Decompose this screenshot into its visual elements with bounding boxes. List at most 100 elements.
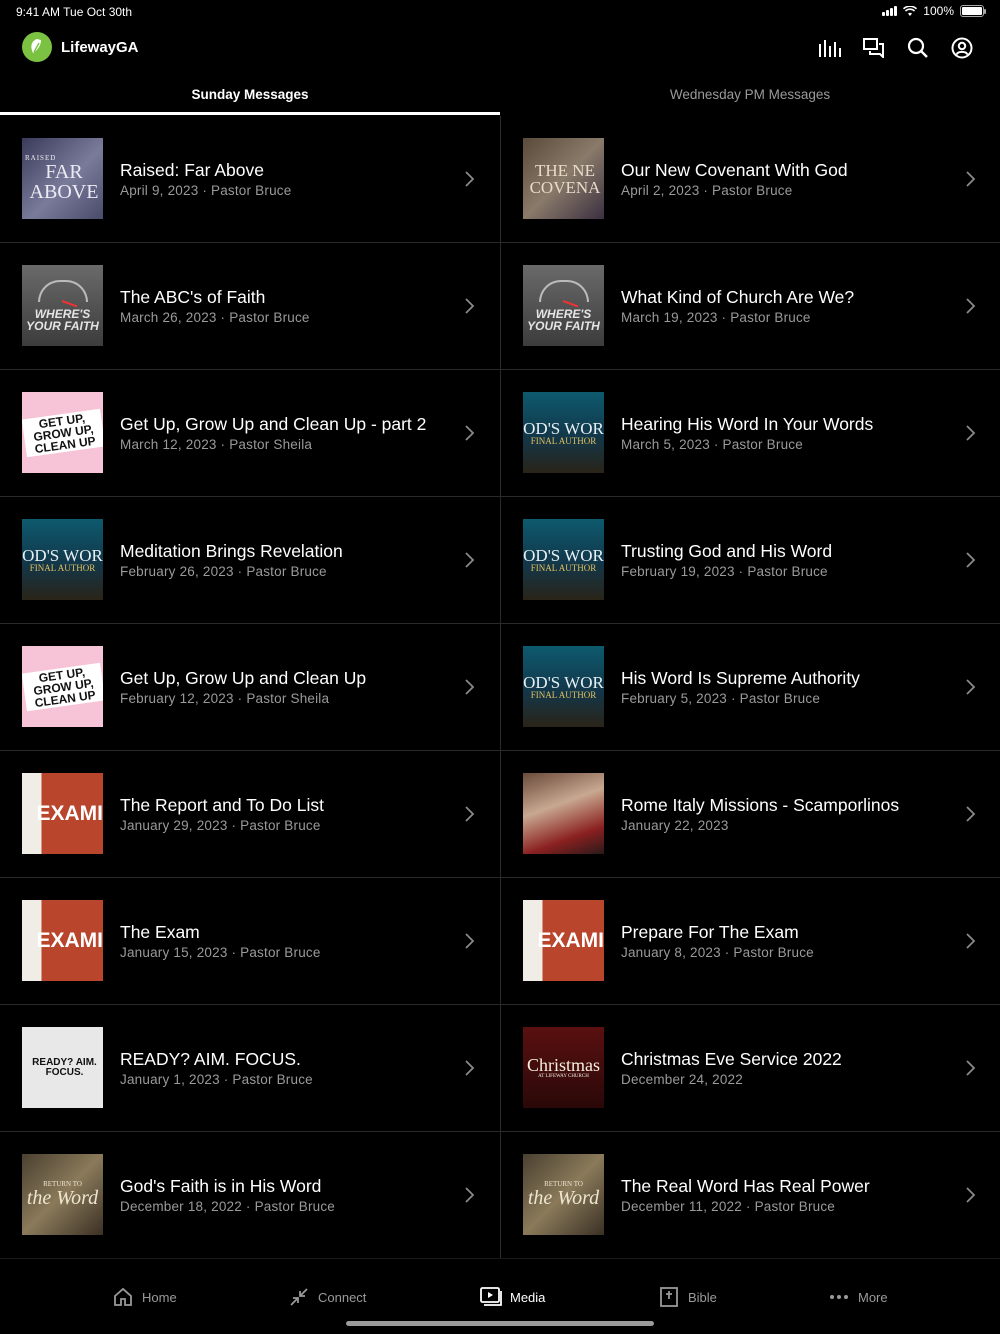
message-title: Get Up, Grow Up and Clean Up xyxy=(120,668,367,688)
chat-icon[interactable] xyxy=(862,36,886,60)
message-thumbnail: RETURN TO the Word xyxy=(523,1154,604,1235)
message-thumbnail: OD'S WOR FINAL AUTHOR xyxy=(523,392,604,473)
chevron-right-icon xyxy=(465,933,475,949)
message-row[interactable]: OD'S WOR FINAL AUTHOR Trusting God and His… xyxy=(501,497,1000,624)
message-title: Rome Italy Missions - Scamporlinos xyxy=(621,795,900,815)
message-thumbnail: THE NE COVENA xyxy=(523,138,604,219)
message-row[interactable]: EXAMI Prepare For The Exam January 8, 2023… xyxy=(501,878,1000,1005)
nav-media-label: Media xyxy=(510,1289,546,1305)
message-title: The ABC's of Faith xyxy=(120,287,266,307)
gauge-graphic xyxy=(37,279,88,302)
status-time: 9:41 AM Tue Oct 30th xyxy=(16,5,133,19)
message-title: God's Faith is in His Word xyxy=(120,1176,322,1196)
tab-wednesday-pm-messages[interactable]: Wednesday PM Messages xyxy=(500,74,1000,116)
message-thumbnail: RETURN TO the Word xyxy=(22,1154,103,1235)
nav-connect-label: Connect xyxy=(318,1289,367,1305)
message-row[interactable]: WHERE'S YOUR FAITH The ABC's of Faith Marc… xyxy=(0,243,500,370)
message-thumbnail: OD'S WOR FINAL AUTHOR xyxy=(523,646,604,727)
message-title: Meditation Brings Revelation xyxy=(120,541,343,561)
chevron-right-icon xyxy=(966,298,976,314)
message-row[interactable]: RETURN TO the Word God's Faith is in His W… xyxy=(0,1132,500,1259)
nav-more[interactable]: More xyxy=(828,1285,888,1309)
message-title: Raised: Far Above xyxy=(120,160,264,180)
message-subtitle: February 12, 2023 · Pastor Sheila xyxy=(120,691,330,706)
tab-sunday-messages[interactable]: Sunday Messages xyxy=(0,74,500,116)
chevron-right-icon xyxy=(465,552,475,568)
message-title: Get Up, Grow Up and Clean Up - part 2 xyxy=(120,414,427,434)
thumbnail-text: OD'S WOR xyxy=(22,545,103,565)
chevron-right-icon xyxy=(966,1187,976,1203)
chevron-right-icon xyxy=(465,1187,475,1203)
leaf-icon xyxy=(31,39,41,53)
profile-icon[interactable] xyxy=(950,36,974,60)
battery-icon xyxy=(960,5,986,17)
message-row[interactable]: OD'S WOR FINAL AUTHOR His Word Is Supreme … xyxy=(501,624,1000,751)
thumbnail-text: the Word xyxy=(26,1187,99,1209)
chevron-right-icon xyxy=(966,679,976,695)
thumbnail-text: OD'S WOR xyxy=(523,672,604,692)
message-subtitle: January 8, 2023 · Pastor Bruce xyxy=(621,945,814,960)
thumbnail-text: the Word xyxy=(527,1187,600,1209)
signal-icon xyxy=(882,6,898,16)
thumbnail-sub-text: FINAL AUTHOR xyxy=(530,689,597,700)
message-thumbnail: WHERE'S YOUR FAITH xyxy=(523,265,604,346)
message-row[interactable]: EXAMI The Report and To Do List January 29… xyxy=(0,751,500,878)
thumbnail-text: WHERE'S YOUR FAITH xyxy=(527,306,600,333)
message-thumbnail: EXAMI xyxy=(523,900,604,981)
chevron-right-icon xyxy=(966,933,976,949)
message-subtitle: January 15, 2023 · Pastor Bruce xyxy=(120,945,321,960)
thumbnail-text: OD'S WOR xyxy=(523,418,604,438)
nav-bible-label: Bible xyxy=(688,1289,717,1305)
connect-icon xyxy=(288,1286,310,1308)
thumbnail-sub-text: FINAL AUTHOR xyxy=(29,562,96,573)
wednesday-message-list: THE NE COVENA Our New Covenant With God Ap… xyxy=(501,116,1000,1259)
nav-connect[interactable]: Connect xyxy=(288,1285,366,1309)
message-row[interactable]: RETURN TO the Word The Real Word Has Real … xyxy=(501,1132,1000,1259)
message-row[interactable]: EXAMI The Exam January 15, 2023 · Pastor B… xyxy=(0,878,500,1005)
message-row[interactable]: WHERE'S YOUR FAITH What Kind of Church Ar… xyxy=(501,243,1000,370)
chevron-right-icon xyxy=(465,679,475,695)
message-row[interactable]: THE NE COVENA Our New Covenant With God Ap… xyxy=(501,116,1000,243)
thumbnail-text: THE NE COVENA xyxy=(529,160,601,197)
thumbnail-text: FAR ABOVE xyxy=(29,161,99,203)
home-indicator xyxy=(346,1321,654,1326)
message-row[interactable]: GET UP, GROW UP, CLEAN UP Get Up, Grow Up… xyxy=(0,370,500,497)
message-subtitle: December 18, 2022 · Pastor Bruce xyxy=(120,1199,336,1214)
message-row[interactable]: OD'S WOR FINAL AUTHOR Hearing His Word In … xyxy=(501,370,1000,497)
message-row[interactable]: Rome Italy Missions - Scamporlinos Januar… xyxy=(501,751,1000,878)
message-row[interactable]: READY? AIM. FOCUS. READY? AIM. FOCUS. Janu… xyxy=(0,1005,500,1132)
nav-home[interactable]: Home xyxy=(112,1285,177,1309)
message-title: His Word Is Supreme Authority xyxy=(621,668,860,688)
search-icon[interactable] xyxy=(906,36,930,60)
message-thumbnail: EXAMI xyxy=(22,900,103,981)
home-icon xyxy=(112,1286,134,1308)
thumbnail-text: EXAMI xyxy=(36,929,103,952)
message-thumbnail: Christmas AT LIFEWAY CHURCH xyxy=(523,1027,604,1108)
thumbnail-text: WHERE'S YOUR FAITH xyxy=(26,306,99,333)
nav-more-label: More xyxy=(858,1289,888,1305)
nav-bible[interactable]: Bible xyxy=(658,1285,717,1309)
thumbnail-sub-text: FINAL AUTHOR xyxy=(530,435,597,446)
app-name: LifewayGA xyxy=(61,39,139,56)
message-thumbnail: OD'S WOR FINAL AUTHOR xyxy=(523,519,604,600)
message-title: Hearing His Word In Your Words xyxy=(621,414,874,434)
wifi-icon xyxy=(903,5,918,16)
battery-percent: 100% xyxy=(923,4,954,18)
message-thumbnail: WHERE'S YOUR FAITH xyxy=(22,265,103,346)
bars-icon[interactable] xyxy=(818,36,842,60)
chevron-right-icon xyxy=(966,425,976,441)
message-row[interactable]: OD'S WOR FINAL AUTHOR Meditation Brings Re… xyxy=(0,497,500,624)
message-row[interactable]: GET UP, GROW UP, CLEAN UP Get Up, Grow Up… xyxy=(0,624,500,751)
message-subtitle: December 11, 2022 · Pastor Bruce xyxy=(621,1199,836,1214)
message-subtitle: March 26, 2023 · Pastor Bruce xyxy=(120,310,310,325)
message-row[interactable]: Christmas AT LIFEWAY CHURCH Christmas Eve … xyxy=(501,1005,1000,1132)
nav-media[interactable]: Media xyxy=(480,1285,545,1309)
chevron-right-icon xyxy=(966,1060,976,1076)
chevron-right-icon xyxy=(966,552,976,568)
message-subtitle: January 1, 2023 · Pastor Bruce xyxy=(120,1072,313,1087)
message-title: Trusting God and His Word xyxy=(621,541,833,561)
message-subtitle: January 22, 2023 xyxy=(621,818,729,833)
message-subtitle: March 5, 2023 · Pastor Bruce xyxy=(621,437,803,452)
message-row[interactable]: RAISED FAR ABOVE Raised: Far Above April 9,… xyxy=(0,116,500,243)
message-subtitle: February 5, 2023 · Pastor Bruce xyxy=(621,691,821,706)
